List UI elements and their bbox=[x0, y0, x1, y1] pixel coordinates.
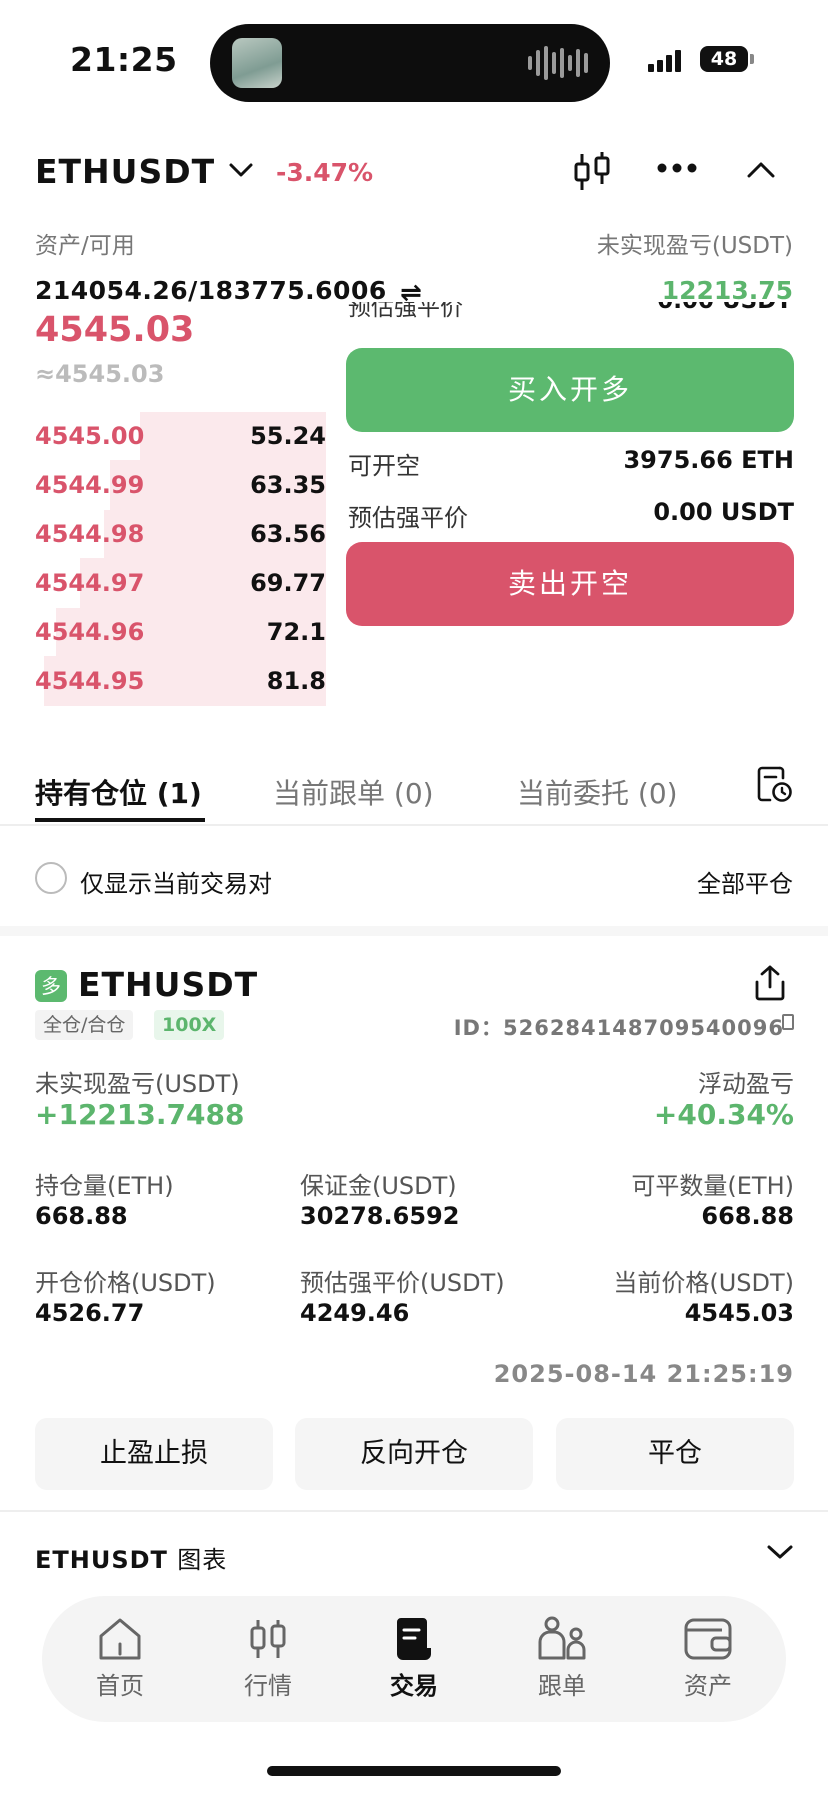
mark-price-value: 4545.03 bbox=[684, 1299, 794, 1327]
entry-price-value: 4526.77 bbox=[35, 1299, 145, 1327]
close-position-button[interactable]: 平仓 bbox=[556, 1418, 794, 1490]
candlestick-icon[interactable] bbox=[572, 150, 612, 194]
home-indicator[interactable] bbox=[267, 1766, 561, 1776]
unrealized-pnl-value: +12213.7488 bbox=[35, 1098, 245, 1131]
nav-market-label: 行情 bbox=[244, 1672, 292, 1700]
reverse-position-button[interactable]: 反向开仓 bbox=[295, 1418, 533, 1490]
price-change-percent: -3.47% bbox=[276, 158, 374, 187]
bottom-nav: 首页 行情 交易 跟单 资产 bbox=[42, 1596, 786, 1722]
copy-trade-icon bbox=[538, 1616, 586, 1660]
assets-label: 资产/可用 bbox=[35, 233, 135, 259]
order-history-icon[interactable] bbox=[756, 764, 794, 804]
tab-copy-orders[interactable]: 当前跟单 (0) bbox=[273, 772, 434, 812]
dynamic-island[interactable] bbox=[210, 24, 610, 102]
current-pair-only-label[interactable]: 仅显示当前交易对 bbox=[80, 864, 272, 899]
nav-copy-trade-label: 跟单 bbox=[538, 1672, 586, 1700]
audio-wave-icon bbox=[528, 46, 588, 80]
nav-assets[interactable]: 资产 bbox=[648, 1614, 768, 1706]
nav-trade[interactable]: 交易 bbox=[354, 1614, 474, 1706]
unrealized-pnl-label: 未实现盈亏(USDT) bbox=[35, 1070, 240, 1098]
trade-icon bbox=[397, 1618, 431, 1660]
ask-qty: 81.8 bbox=[266, 667, 326, 695]
est-liq-price-value: 0.00 USDT bbox=[653, 498, 794, 526]
copy-icon[interactable] bbox=[782, 1014, 794, 1030]
unrealized-pnl-value: 12213.75 bbox=[661, 276, 793, 305]
ask-price[interactable]: 4545.00 bbox=[35, 422, 144, 450]
ask-qty: 63.56 bbox=[250, 520, 326, 548]
long-side-badge: 多 bbox=[35, 970, 67, 1002]
chart-section-title[interactable]: ETHUSDT 图表 bbox=[35, 1540, 227, 1575]
symbol-title[interactable]: ETHUSDT bbox=[35, 152, 215, 191]
cellular-signal-icon bbox=[648, 48, 681, 72]
margin-label: 保证金(USDT) bbox=[300, 1172, 457, 1200]
ask-qty: 63.35 bbox=[250, 471, 326, 499]
ask-qty: 69.77 bbox=[250, 569, 326, 597]
active-tab-indicator bbox=[35, 818, 205, 822]
mark-price-label: 当前价格(USDT) bbox=[613, 1269, 794, 1297]
can-short-label: 可开空 bbox=[348, 452, 420, 480]
share-icon[interactable] bbox=[752, 964, 788, 1002]
ask-price[interactable]: 4544.95 bbox=[35, 667, 144, 695]
more-icon[interactable] bbox=[656, 162, 698, 174]
sell-short-button[interactable]: 卖出开空 bbox=[346, 542, 794, 626]
divider bbox=[0, 1510, 828, 1512]
tp-sl-button[interactable]: 止盈止损 bbox=[35, 1418, 273, 1490]
battery-icon: 48 bbox=[700, 46, 748, 72]
liq-price-label: 预估强平价(USDT) bbox=[300, 1269, 505, 1297]
tab-open-orders[interactable]: 当前委托 (0) bbox=[517, 772, 678, 812]
mark-price: ≈4545.03 bbox=[35, 360, 165, 388]
chart-symbol: ETHUSDT bbox=[35, 1546, 168, 1574]
current-pair-only-radio[interactable] bbox=[35, 862, 67, 894]
size-value: 668.88 bbox=[35, 1202, 128, 1230]
ask-price[interactable]: 4544.96 bbox=[35, 618, 144, 646]
assets-value: 214054.26/183775.6006 bbox=[35, 276, 387, 305]
clipped-liq-value: 0.00 USDT bbox=[657, 302, 792, 314]
nav-copy-trade[interactable]: 跟单 bbox=[502, 1614, 622, 1706]
ask-price[interactable]: 4544.98 bbox=[35, 520, 144, 548]
clipped-liq-label: 预估强平价 bbox=[348, 302, 463, 321]
last-price: 4545.03 bbox=[35, 310, 195, 350]
chevron-down-icon[interactable] bbox=[228, 160, 254, 180]
position-timestamp: 2025-08-14 21:25:19 bbox=[493, 1360, 794, 1388]
ask-qty: 55.24 bbox=[250, 422, 326, 450]
home-icon bbox=[99, 1618, 141, 1660]
tab-positions[interactable]: 持有仓位 (1) bbox=[35, 772, 202, 812]
buy-long-button[interactable]: 买入开多 bbox=[346, 348, 794, 432]
divider bbox=[0, 824, 828, 826]
close-all-button[interactable]: 全部平仓 bbox=[697, 864, 793, 899]
margin-mode-tag: 全仓/合仓 bbox=[35, 1010, 134, 1040]
nav-assets-label: 资产 bbox=[684, 1672, 732, 1700]
closable-value: 668.88 bbox=[701, 1202, 794, 1230]
size-label: 持仓量(ETH) bbox=[35, 1172, 174, 1200]
battery-cap bbox=[750, 54, 754, 64]
position-symbol[interactable]: ETHUSDT bbox=[78, 965, 258, 1004]
can-short-value: 3975.66 ETH bbox=[623, 446, 794, 474]
chevron-up-icon[interactable] bbox=[746, 160, 776, 180]
roe-value: +40.34% bbox=[653, 1098, 794, 1131]
clipped-liq-row: 预估强平价 0.00 USDT bbox=[348, 302, 794, 330]
entry-price-label: 开仓价格(USDT) bbox=[35, 1269, 216, 1297]
ask-price[interactable]: 4544.97 bbox=[35, 569, 144, 597]
ask-qty: 72.1 bbox=[266, 618, 326, 646]
nav-home[interactable]: 首页 bbox=[60, 1614, 180, 1706]
chevron-down-icon[interactable] bbox=[766, 1542, 794, 1562]
ask-price[interactable]: 4544.99 bbox=[35, 471, 144, 499]
nav-trade-label: 交易 bbox=[390, 1672, 438, 1700]
est-liq-price-label: 预估强平价 bbox=[348, 504, 468, 532]
nav-market[interactable]: 行情 bbox=[208, 1614, 328, 1706]
roe-label: 浮动盈亏 bbox=[698, 1070, 794, 1098]
margin-value: 30278.6592 bbox=[300, 1202, 460, 1230]
leverage-tag: 100X bbox=[154, 1010, 225, 1040]
media-thumbnail bbox=[232, 38, 282, 88]
unrealized-pnl-label: 未实现盈亏(USDT) bbox=[596, 233, 793, 259]
market-icon bbox=[250, 1620, 286, 1658]
status-time: 21:25 bbox=[70, 40, 178, 79]
nav-home-label: 首页 bbox=[96, 1672, 144, 1700]
liq-price-value: 4249.46 bbox=[300, 1299, 410, 1327]
wallet-icon bbox=[684, 1618, 732, 1660]
closable-label: 可平数量(ETH) bbox=[631, 1172, 794, 1200]
position-id: ID：526284148709540096 bbox=[453, 1016, 784, 1040]
chart-label: 图表 bbox=[177, 1546, 228, 1574]
section-divider bbox=[0, 926, 828, 936]
